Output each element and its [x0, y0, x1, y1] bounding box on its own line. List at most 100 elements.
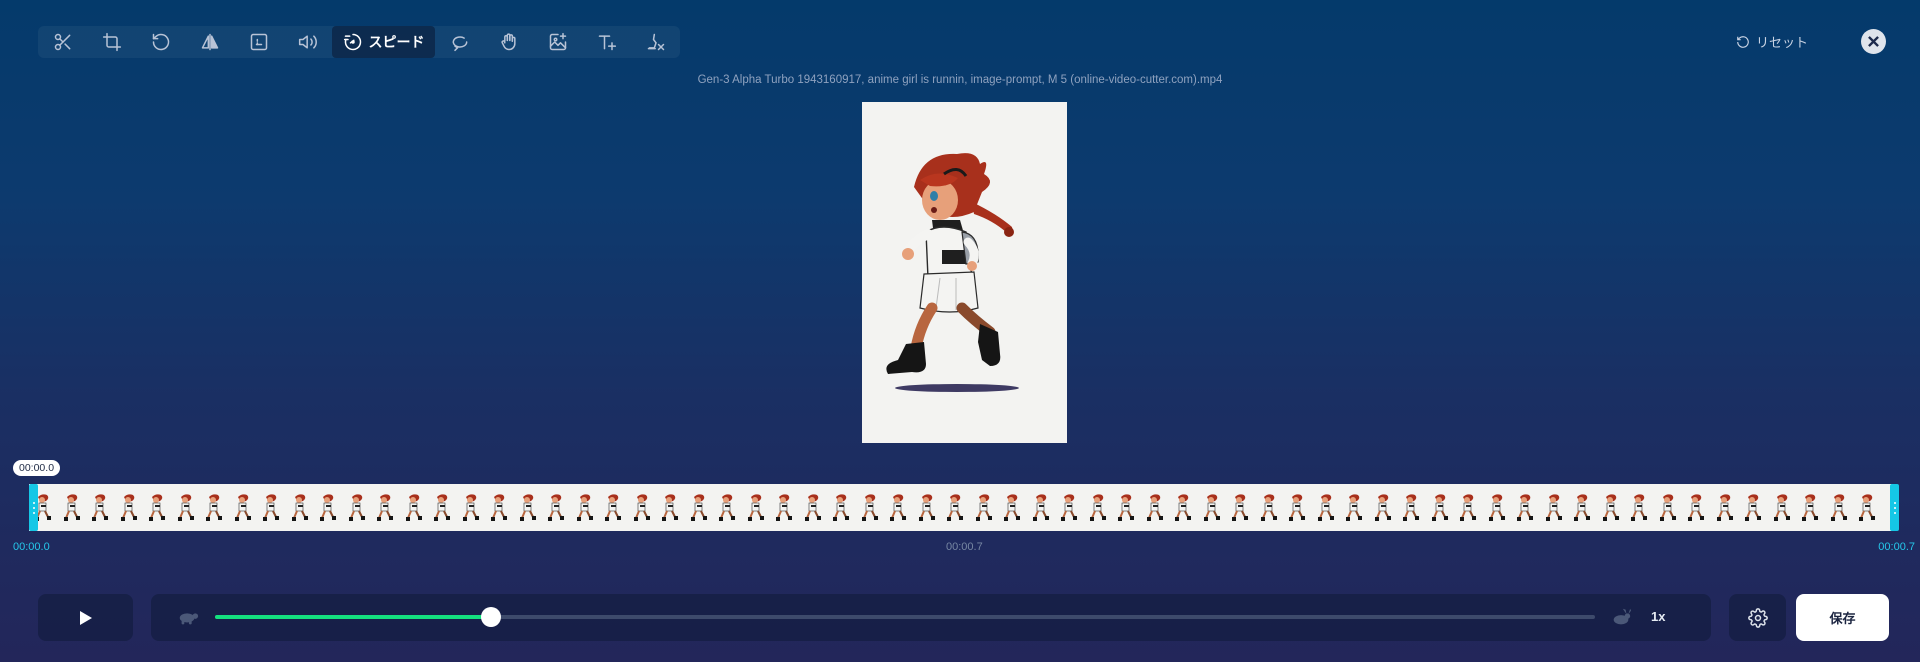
cut-tool-button[interactable] — [38, 26, 87, 58]
close-button[interactable] — [1861, 29, 1886, 54]
filmstrip-frame — [286, 484, 315, 531]
filmstrip-frame — [1768, 484, 1797, 531]
filmstrip-frame — [1796, 484, 1825, 531]
filmstrip-frame — [115, 484, 144, 531]
volume-tool-button[interactable] — [283, 26, 332, 58]
filmstrip-frame — [1426, 484, 1455, 531]
filmstrip-frame — [1084, 484, 1113, 531]
rotate-icon — [152, 33, 169, 51]
loop-tool-button[interactable] — [435, 26, 484, 58]
filmstrip-frame — [1112, 484, 1141, 531]
filmstrip-frame — [1255, 484, 1284, 531]
filmstrip-frame — [884, 484, 913, 531]
reset-button[interactable]: リセット — [1736, 32, 1808, 51]
resize-icon — [250, 33, 267, 51]
settings-button[interactable] — [1729, 594, 1786, 641]
remove-watermark-tool-button[interactable] — [631, 26, 680, 58]
running-girl-frame-image — [886, 153, 1019, 392]
trim-end-handle[interactable] — [1890, 484, 1899, 531]
filmstrip-frame — [457, 484, 486, 531]
filmstrip-frame — [1711, 484, 1740, 531]
filmstrip-frame — [485, 484, 514, 531]
filmstrip-frame — [172, 484, 201, 531]
gear-icon — [1747, 607, 1768, 628]
filmstrip-frame — [770, 484, 799, 531]
rotate-tool-button[interactable] — [136, 26, 185, 58]
filmstrip-frame — [428, 484, 457, 531]
filmstrip-frame — [742, 484, 771, 531]
speed-slider-thumb[interactable] — [481, 607, 501, 627]
filmstrip-frame — [371, 484, 400, 531]
filmstrip-frame — [1369, 484, 1398, 531]
filmstrip-frame — [685, 484, 714, 531]
crop-tool-button[interactable] — [87, 26, 136, 58]
filmstrip-frame — [713, 484, 742, 531]
scissors-icon — [54, 33, 70, 51]
filmstrip-frame — [913, 484, 942, 531]
loop-icon — [452, 36, 467, 52]
turtle-icon — [177, 608, 199, 626]
filmstrip-frame — [143, 484, 172, 531]
speed-slider[interactable] — [215, 607, 1595, 627]
video-filename: Gen-3 Alpha Turbo 1943160917, anime girl… — [697, 74, 1223, 86]
stabilize-tool-button[interactable] — [484, 26, 533, 58]
filmstrip-frame — [257, 484, 286, 531]
filmstrip-frame — [941, 484, 970, 531]
filmstrip-frame — [1483, 484, 1512, 531]
filmstrip-frame — [1027, 484, 1056, 531]
filmstrip-frame — [1169, 484, 1198, 531]
filmstrip-frame — [200, 484, 229, 531]
play-button[interactable] — [38, 594, 133, 641]
filmstrip-frame — [656, 484, 685, 531]
filmstrip-frame — [1198, 484, 1227, 531]
speed-value: 1x — [1651, 609, 1666, 624]
speed-tool-label: スピード — [368, 34, 425, 50]
save-button[interactable]: 保存 — [1796, 594, 1889, 641]
filmstrip-frame — [229, 484, 258, 531]
current-time-bubble: 00:00.0 — [13, 460, 61, 476]
add-image-tool-button[interactable] — [533, 26, 582, 58]
speed-control-panel: 1x — [151, 594, 1711, 641]
remove-watermark-icon — [647, 33, 664, 51]
filmstrip-frame — [514, 484, 543, 531]
add-image-icon — [549, 32, 566, 51]
filmstrip-frame — [628, 484, 657, 531]
close-icon — [1868, 36, 1879, 47]
filmstrip-frame — [1312, 484, 1341, 531]
filmstrip-frame — [1141, 484, 1170, 531]
add-text-icon — [598, 35, 616, 51]
filmstrip-frame — [1454, 484, 1483, 531]
video-preview — [862, 102, 1067, 443]
stabilize-icon — [500, 33, 516, 51]
filmstrip-frame — [827, 484, 856, 531]
flip-tool-button[interactable] — [185, 26, 234, 58]
filmstrip-frame — [1597, 484, 1626, 531]
play-icon — [79, 610, 92, 625]
timeline-start-time: 00:00.0 — [13, 541, 50, 553]
undo-icon — [1737, 35, 1749, 48]
filmstrip-frame — [1511, 484, 1540, 531]
resize-tool-button[interactable] — [234, 26, 283, 58]
timeline-filmstrip[interactable] — [29, 484, 1895, 531]
rabbit-icon — [1610, 608, 1632, 626]
filmstrip-frame — [1625, 484, 1654, 531]
volume-icon — [298, 35, 317, 49]
filmstrip-frame — [856, 484, 885, 531]
filmstrip-frame — [1825, 484, 1854, 531]
filmstrip-frame — [1739, 484, 1768, 531]
flip-icon — [201, 33, 218, 51]
filmstrip-frame — [799, 484, 828, 531]
filmstrip-frame — [1397, 484, 1426, 531]
trim-start-handle[interactable] — [29, 484, 38, 531]
filmstrip-frame — [86, 484, 115, 531]
filmstrip-frame — [1226, 484, 1255, 531]
add-text-tool-button[interactable] — [582, 26, 631, 58]
filmstrip-frame — [343, 484, 372, 531]
filmstrip-frame — [1283, 484, 1312, 531]
filmstrip-frame — [1340, 484, 1369, 531]
speed-tool-button[interactable]: スピード — [332, 26, 435, 58]
filmstrip-frame — [599, 484, 628, 531]
crop-icon — [102, 32, 121, 52]
filmstrip-frame — [400, 484, 429, 531]
filmstrip-frame — [1853, 484, 1882, 531]
